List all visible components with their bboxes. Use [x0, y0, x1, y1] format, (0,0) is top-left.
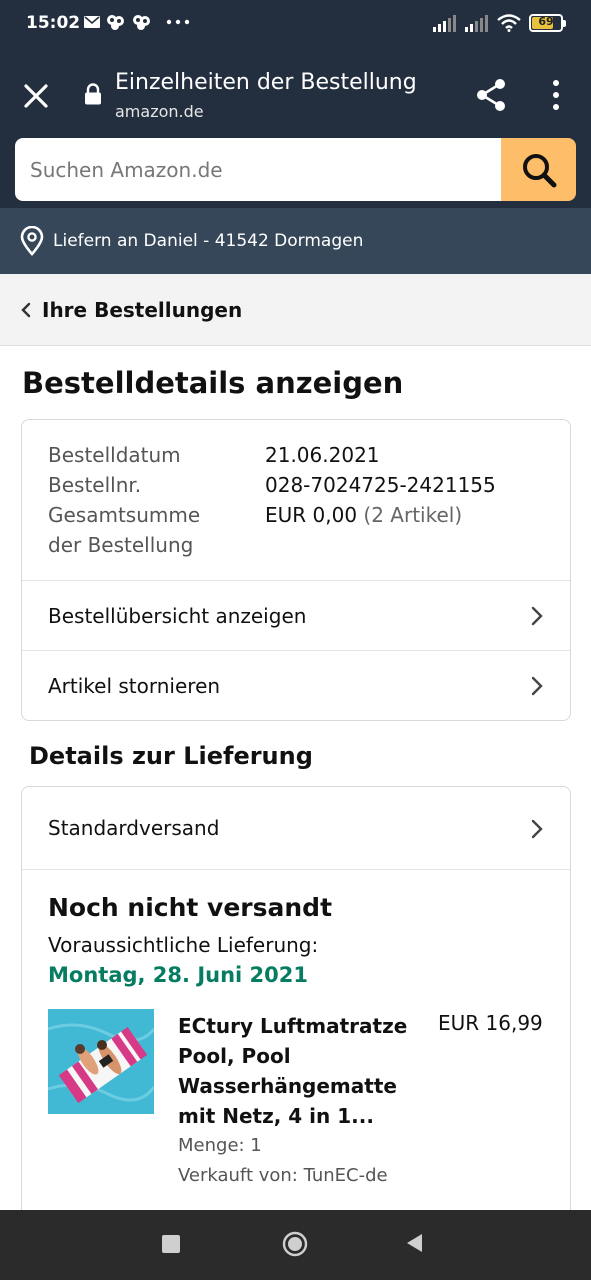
view-order-summary-label: Bestellübersicht anzeigen — [48, 603, 307, 628]
chevron-right-icon — [531, 676, 543, 696]
lock-icon — [85, 83, 101, 105]
notification-icons — [84, 13, 190, 31]
browser-toolbar: Einzelheiten der Bestellung amazon.de — [0, 52, 591, 138]
browser-page-title: Einzelheiten der Bestellung — [115, 70, 417, 95]
order-date-value: 21.06.2021 — [265, 443, 380, 467]
order-date-row: Bestelldatum 21.06.2021 — [48, 440, 496, 470]
view-order-summary-link[interactable]: Bestellübersicht anzeigen — [22, 580, 570, 650]
notification-icon — [107, 15, 124, 30]
browser-domain: amazon.de — [115, 102, 204, 121]
battery-level: 69 — [538, 15, 554, 28]
order-item-count: (2 Artikel) — [363, 503, 463, 527]
product-image[interactable] — [48, 1009, 154, 1114]
chevron-right-icon — [531, 819, 543, 839]
product-title-link[interactable]: ECtury Luftmatratze Pool, Pool Wasserhän… — [178, 1011, 418, 1131]
chevron-right-icon — [531, 606, 543, 626]
product-quantity: Menge: 1 — [178, 1135, 262, 1156]
cancel-items-label: Artikel stornieren — [48, 673, 221, 698]
product-price: EUR 16,99 — [438, 1011, 543, 1035]
order-number-row: Bestellnr. 028-7024725-2421155 — [48, 470, 496, 500]
shipment-status: Noch nicht versandt — [48, 893, 333, 922]
order-date-label: Bestelldatum — [48, 443, 181, 467]
signal-icon — [465, 15, 488, 32]
back-button[interactable] — [404, 1232, 424, 1254]
page-title: Bestelldetails anzeigen — [22, 366, 404, 400]
order-total-row-cont: der Bestellung — [48, 530, 496, 560]
shipping-method-label: Standardversand — [48, 816, 220, 840]
recent-apps-button[interactable] — [162, 1235, 180, 1253]
order-total-label-2: der Bestellung — [48, 533, 194, 557]
order-summary-card: Bestelldatum 21.06.2021 Bestellnr. 028-7… — [21, 419, 571, 721]
system-navigation-bar — [0, 1210, 591, 1280]
shipping-method-link[interactable]: Standardversand — [22, 787, 570, 870]
share-icon[interactable] — [474, 78, 508, 112]
expected-delivery-label: Voraussichtliche Lieferung: — [48, 933, 319, 957]
notification-icon — [133, 15, 150, 30]
product-thumbnail — [48, 1009, 154, 1114]
search-input[interactable] — [15, 138, 505, 201]
order-total-amount: EUR 0,00 — [265, 503, 358, 527]
mail-icon — [84, 16, 100, 28]
status-bar: 15:02 69 — [0, 0, 591, 52]
wifi-icon — [497, 14, 521, 32]
cancel-items-link[interactable]: Artikel stornieren — [22, 650, 570, 720]
battery-icon: 69 — [529, 14, 566, 32]
system-icons: 69 — [433, 14, 566, 32]
status-time: 15:02 — [26, 13, 81, 33]
order-number-value: 028-7024725-2421155 — [265, 473, 496, 497]
back-nav-label: Ihre Bestellungen — [42, 297, 243, 322]
order-total-label-1: Gesamtsumme — [48, 503, 201, 527]
order-total-value: EUR 0,00 (2 Artikel) — [265, 500, 462, 530]
chevron-left-icon — [21, 302, 31, 317]
back-to-orders-link[interactable]: Ihre Bestellungen — [0, 274, 591, 346]
product-seller: Verkauft von: TunEC-de — [178, 1165, 388, 1186]
delivery-card: Standardversand Noch nicht versandt Vora… — [21, 786, 571, 1246]
search-icon — [522, 153, 556, 187]
more-dots-icon — [166, 19, 190, 25]
order-total-row: Gesamtsumme EUR 0,00 (2 Artikel) — [48, 500, 496, 530]
close-icon[interactable] — [20, 80, 52, 112]
order-info: Bestelldatum 21.06.2021 Bestellnr. 028-7… — [48, 440, 496, 560]
expected-delivery-date: Montag, 28. Juni 2021 — [48, 963, 308, 987]
signal-icon — [433, 15, 456, 32]
order-number-label: Bestellnr. — [48, 473, 142, 497]
home-button[interactable] — [282, 1231, 308, 1257]
location-pin-icon — [20, 226, 44, 256]
search-bar — [0, 138, 591, 208]
more-vertical-icon[interactable] — [545, 78, 567, 112]
delivery-section-title: Details zur Lieferung — [29, 742, 313, 770]
search-button[interactable] — [501, 138, 576, 201]
deliver-to-bar[interactable]: Liefern an Daniel - 41542 Dormagen — [0, 208, 591, 274]
deliver-to-text: Liefern an Daniel - 41542 Dormagen — [53, 231, 364, 251]
